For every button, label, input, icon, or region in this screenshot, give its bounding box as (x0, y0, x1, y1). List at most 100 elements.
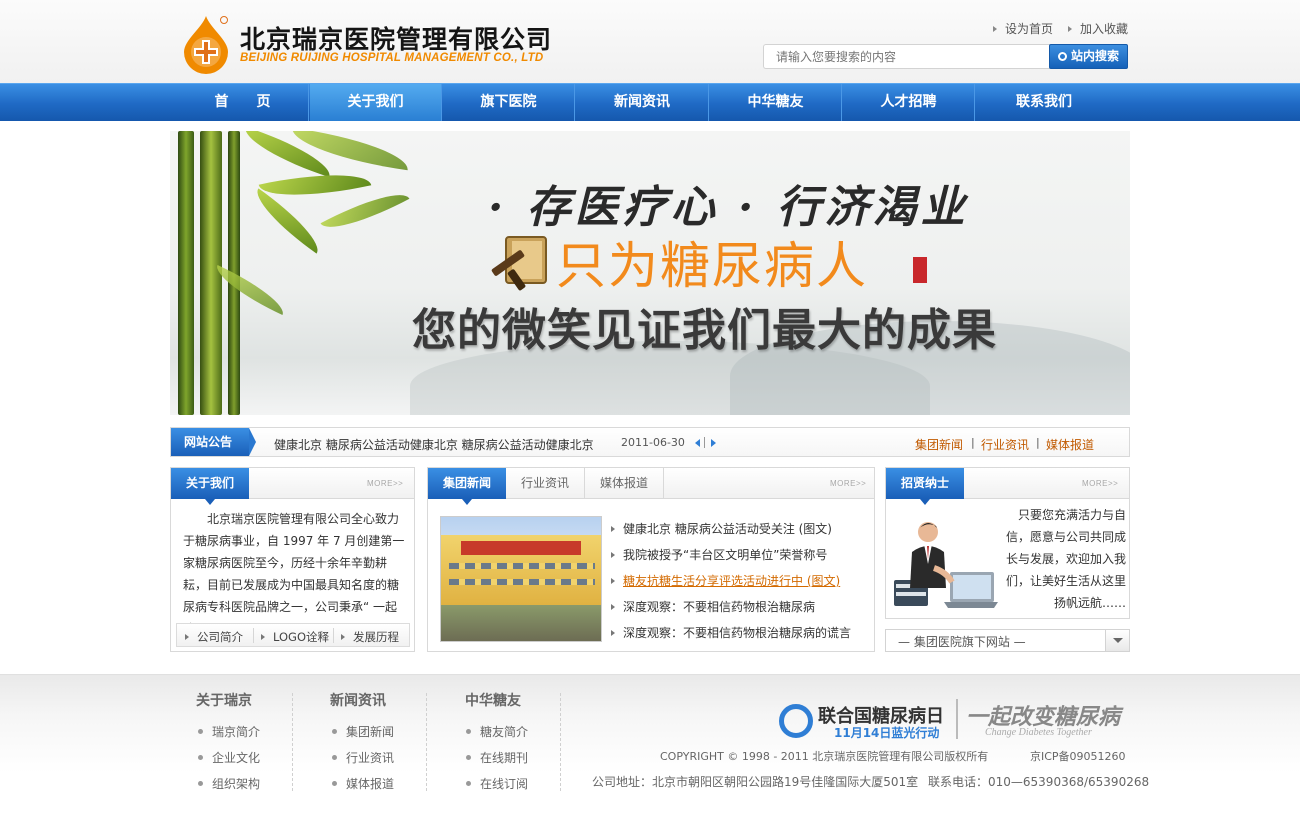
add-bookmark-label: 加入收藏 (1080, 22, 1129, 36)
about-us-text: 北京瑞京医院管理有限公司全心致力于糖尿病事业，自 1997 年 7 月创建第一家… (183, 512, 405, 636)
announcement-text[interactable]: 健康北京 糖尿病公益活动健康北京 糖尿病公益活动健康北京 (274, 436, 594, 453)
news-item[interactable]: 深度观察：不要相信药物根治糖尿病 (611, 598, 815, 615)
notice-link-group-news[interactable]: 集团新闻 (915, 436, 963, 453)
footer-link[interactable]: 在线期刊 (466, 749, 528, 766)
recruitment-more-link[interactable]: MORE>> (1082, 479, 1118, 488)
divider (956, 699, 958, 739)
news-item-title: 糖友抗糖生活分享评选活动进行中 (图文) (623, 574, 841, 588)
nav-item-careers[interactable]: 人才招聘 (843, 84, 974, 121)
group-sites-dropdown[interactable]: — 集团医院旗下网站 — (885, 629, 1130, 652)
arrow-right-icon (611, 578, 615, 584)
footer-link[interactable]: 集团新闻 (332, 723, 394, 740)
banner-tagline: 您的微笑见证我们最大的成果 (412, 305, 997, 356)
search-input[interactable] (763, 44, 1050, 69)
arrow-right-icon (261, 634, 265, 640)
chevron-down-icon[interactable] (1105, 630, 1129, 651)
notice-link-industry[interactable]: 行业资讯 (981, 436, 1029, 453)
about-link-intro[interactable]: 公司简介 (185, 629, 243, 645)
about-link-intro-label: 公司简介 (197, 630, 243, 644)
recruitment-text: 只要您充满活力与自信，愿意与公司共同成长与发展，欢迎加入我们，让美好生活从这里扬… (1005, 508, 1126, 610)
nav-divider (974, 84, 975, 121)
news-item[interactable]: 深度观察：不要相信药物根治糖尿病的谎言 (611, 624, 851, 641)
about-us-panel: 关于我们 MORE>> 北京瑞京医院管理有限公司全心致力于糖尿病事业，自 199… (170, 467, 415, 652)
panel-header: 招贤纳士 MORE>> (886, 468, 1129, 505)
nav-item-about[interactable]: 关于我们 (310, 84, 441, 121)
building-windows (449, 579, 595, 585)
footer-divider (426, 693, 427, 791)
hospital-photo[interactable] (440, 516, 602, 642)
footer-column-title[interactable]: 关于瑞京 (196, 690, 252, 710)
prev-announcement-icon[interactable] (695, 439, 700, 447)
news-more-link[interactable]: MORE>> (830, 479, 866, 488)
about-more-link[interactable]: MORE>> (367, 479, 403, 488)
news-item-title: 健康北京 糖尿病公益活动受关注 (图文) (623, 522, 832, 536)
arrow-right-icon (611, 604, 615, 610)
news-item-highlighted[interactable]: 糖友抗糖生活分享评选活动进行中 (图文) (611, 572, 840, 589)
copyright-text: COPYRIGHT © 1998 - 2011 北京瑞京医院管理有限公司版权所有 (660, 750, 989, 763)
nav-item-news[interactable]: 新闻资讯 (576, 84, 708, 121)
nav-divider (708, 84, 709, 121)
hero-banner[interactable]: · 存医疗心 · 行济渴业 只为糖尿病人 您的微笑见证我们最大的成果 (170, 131, 1130, 415)
news-panel: 集团新闻 行业资讯 媒体报道 MORE>> 健康北京 糖尿病公益活动受关注 (图… (427, 467, 875, 652)
gavel-book-icon (491, 236, 547, 291)
set-homepage-link[interactable]: 设为首页 (993, 20, 1053, 37)
separator: | (971, 436, 975, 449)
street (441, 605, 601, 641)
arrow-right-icon (611, 526, 615, 532)
footer-link[interactable]: 在线订阅 (466, 775, 528, 792)
footer-divider (292, 693, 293, 791)
about-us-title[interactable]: 关于我们 (171, 468, 249, 505)
footer-link[interactable]: 媒体报道 (332, 775, 394, 792)
site-search-button[interactable]: 站内搜索 (1049, 44, 1128, 69)
world-diabetes-day-subtitle: 11月14日蓝光行动 (834, 726, 940, 740)
footer-link[interactable]: 糖友简介 (466, 723, 528, 740)
news-item[interactable]: 我院被授予“丰台区文明单位”荣誉称号 (611, 546, 827, 563)
footer-column-title[interactable]: 中华糖友 (465, 690, 521, 710)
banner-headline: 只为糖尿病人 (556, 237, 868, 295)
search-icon (1057, 52, 1067, 61)
tab-media-reports[interactable]: 媒体报道 (585, 468, 664, 499)
footer: 关于瑞京 瑞京简介 企业文化 组织架构 新闻资讯 集团新闻 行业资讯 媒体报道 … (0, 674, 1300, 838)
about-link-logo[interactable]: LOGO诠释 (261, 629, 329, 645)
tab-industry-news[interactable]: 行业资讯 (506, 468, 585, 499)
notice-link-media[interactable]: 媒体报道 (1046, 436, 1094, 453)
footer-link[interactable]: 瑞京简介 (198, 723, 260, 740)
nav-item-contact[interactable]: 联系我们 (976, 84, 1112, 121)
add-bookmark-link[interactable]: 加入收藏 (1068, 20, 1128, 37)
site-search-label: 站内搜索 (1070, 49, 1119, 63)
news-item-title: 我院被授予“丰台区文明单位”荣誉称号 (623, 548, 828, 562)
footer-column-title[interactable]: 新闻资讯 (330, 690, 386, 710)
announcement-date: 2011-06-30 (621, 436, 685, 449)
next-announcement-icon[interactable] (711, 439, 716, 447)
nav-item-home[interactable]: 首 页 (176, 84, 309, 121)
recruitment-title[interactable]: 招贤纳士 (886, 468, 964, 505)
icp-number[interactable]: 京ICP备09051260 (1030, 748, 1126, 764)
announcement-label: 网站公告 (171, 428, 249, 456)
businessman-laptop-image (894, 522, 998, 608)
arrow-right-icon (1068, 26, 1072, 32)
footer-link[interactable]: 企业文化 (198, 749, 260, 766)
announcement-bar: 网站公告 健康北京 糖尿病公益活动健康北京 糖尿病公益活动健康北京 2011-0… (170, 427, 1130, 457)
nav-divider (841, 84, 842, 121)
tab-group-news[interactable]: 集团新闻 (428, 468, 506, 505)
about-link-logo-label: LOGO诠释 (273, 630, 330, 644)
news-item-title: 深度观察：不要相信药物根治糖尿病的谎言 (623, 626, 852, 640)
header: 北京瑞京医院管理有限公司 BEIJING RUIJING HOSPITAL MA… (0, 0, 1300, 83)
panel-header: 集团新闻 行业资讯 媒体报道 MORE>> (428, 468, 874, 505)
building-windows (449, 563, 595, 569)
footer-link[interactable]: 组织架构 (198, 775, 260, 792)
label-arrow-icon (249, 428, 256, 456)
main-navigation: 首 页 关于我们 旗下医院 新闻资讯 中华糖友 人才招聘 联系我们 (0, 83, 1300, 121)
arrow-right-icon (185, 634, 189, 640)
logo-english-name: BEIJING RUIJING HOSPITAL MANAGEMENT CO.,… (240, 52, 544, 64)
nav-item-hospitals[interactable]: 旗下医院 (443, 84, 574, 121)
bamboo-leaf (246, 188, 329, 254)
news-item[interactable]: 健康北京 糖尿病公益活动受关注 (图文) (611, 520, 832, 537)
nav-item-diabetes-friends[interactable]: 中华糖友 (710, 84, 841, 121)
logo-emblem-icon[interactable] (180, 14, 232, 74)
red-seal-icon (913, 257, 927, 283)
footer-link[interactable]: 行业资讯 (332, 749, 394, 766)
about-link-history[interactable]: 发展历程 (341, 629, 399, 645)
arrow-right-icon (611, 552, 615, 558)
company-phone: 联系电话：010—65390368/65390268 (928, 775, 1150, 789)
